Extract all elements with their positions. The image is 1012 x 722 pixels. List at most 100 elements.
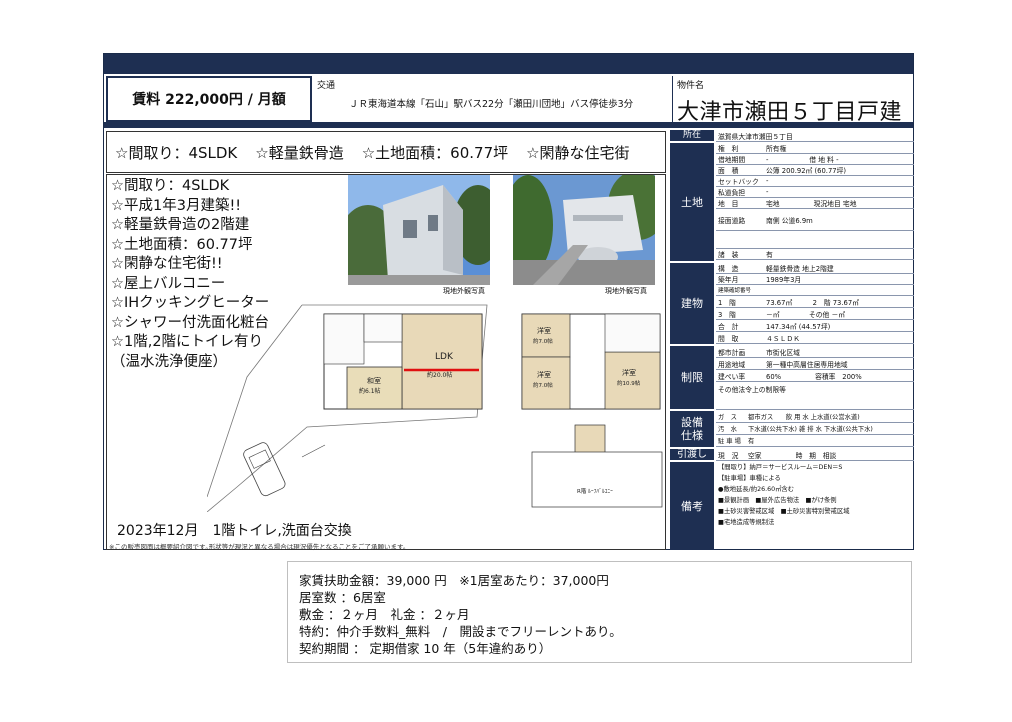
seigen-label: 制限 (670, 346, 714, 410)
top-bar (104, 54, 913, 74)
spec-key: セットバック (718, 178, 759, 186)
feature-item: ☆屋上バルコニー (111, 275, 226, 292)
spec-key: 面 積 (718, 167, 739, 175)
setsubi-rows: ガ ス 都市ガス 飲 用 水 上水道(公営水道) 汚 水 下水道(公共下水) 雑 排… (716, 411, 914, 447)
spec-row: 権 利 所有権 (716, 143, 914, 154)
spec-value: 1989年3月 (766, 276, 802, 284)
access-label: 交通 (317, 81, 336, 91)
yoshitsu1-size: 約7.0帖 (533, 337, 553, 345)
spec-value: 所有権 (766, 145, 787, 153)
spec-row: 諸 装有 (716, 249, 914, 260)
feature-strip-item: ☆軽量鉄骨造 (255, 143, 344, 162)
spec-row: 私道負担 - (716, 187, 914, 198)
spec-value: －㎡ その他 －㎡ (766, 310, 846, 319)
spec-value: - (766, 177, 769, 185)
biko-line: ■景観計画 ■屋外広告物法 ■がけ条例 (718, 497, 837, 504)
washitsu-size: 約6.1帖 (359, 387, 381, 395)
renovation-note: 2023年12月 1階トイレ,洗面台交換 (117, 523, 352, 539)
tatemono-rows: 構 造 軽量鉄骨造 地上2階建 築年月 1989年3月 建築確認番号 1 階 73.6… (716, 263, 914, 344)
spec-row: 地 目 宅地 現況地目 宅地 (716, 198, 914, 209)
main-panel: ☆間取り：4SLDK ☆平成1年3月建築!! ☆軽量鉄骨造の2階建 ☆土地面積：… (106, 174, 666, 551)
spec-key: 接面道路 (718, 216, 746, 225)
spec-table: 所在 滋賀県大津市瀬田５丁目 土地 権 利 所有権 借地期間 - 借 地 料 - 面… (670, 130, 914, 551)
feature-strip: ☆間取り：4SLDK ☆軽量鉄骨造 ☆土地面積：60.77坪 ☆閑静な住宅街 (106, 131, 666, 173)
biko-line: ■宅地造成等規制法 (718, 519, 775, 526)
spec-row: 駐 車 場有 (716, 435, 914, 447)
spec-row: 汚 水 下水道(公共下水) 雑 排 水 下水道(公共下水) (716, 423, 914, 435)
spec-row: 面 積 公簿 200.92㎡ (60.77坪) (716, 165, 914, 176)
spec-key: 3 階 (718, 310, 736, 319)
spec-key: 合 計 (718, 322, 739, 331)
spec-key: 駐 車 場 (718, 438, 741, 445)
contract-period-line: 契約期間 ： 定期借家 10 年（5年違約あり） (299, 641, 552, 656)
spec-value: 宅地 現況地目 宅地 (766, 200, 857, 208)
floorplan-1f: LDK 約20.0帖 和室 約6.1帖 (207, 297, 492, 512)
rental-terms-box: 家賃扶助金額：39,000 円 ※1居室あたり：37,000円 居室数 ：6居室… (287, 561, 912, 663)
spec-row: ガ ス 都市ガス 飲 用 水 上水道(公営水道) (716, 411, 914, 423)
feature-strip-item: ☆閑静な住宅街 (526, 143, 630, 162)
spec-value: 下水道(公共下水) 雑 排 水 下水道(公共下水) (748, 426, 873, 433)
spec-value: 有 (766, 251, 773, 259)
spec-value: 軽量鉄骨造 地上2階建 (766, 265, 834, 273)
spec-value: 73.67㎡ 2 階 73.67㎡ (766, 298, 859, 307)
spec-key: 現 況 (718, 451, 739, 460)
spec-value: 第一種中高層住居専用地域 (766, 360, 848, 369)
spec-row: 建ぺい率 60% 容積率 200% (716, 370, 914, 382)
spec-row: 築年月 1989年3月 (716, 274, 914, 285)
yoshitsu3-label: 洋室 (622, 368, 636, 377)
feature-strip-item: ☆土地面積：60.77坪 (361, 143, 509, 162)
biko-rows: 【間取り】納戸＝サービスルーム＝DEN＝S 【駐車場】車種による ●敷地延長/約… (716, 462, 914, 528)
spec-key: 都市計画 (718, 348, 746, 357)
feature-item: ☆閑静な住宅街!! (111, 256, 223, 272)
room-count-line: 居室数 ：6居室 (299, 590, 386, 605)
exterior-photo-2 (513, 175, 655, 285)
property-name-section: 物件名 大津市瀬田５丁目戸建 (672, 76, 913, 125)
hikiwatashi-label: 引渡し (670, 449, 714, 461)
spec-row: 接面道路 南側 公道6.9m (716, 209, 914, 231)
subsidy-line: 家賃扶助金額：39,000 円 ※1居室あたり：37,000円 (299, 573, 609, 588)
spec-key: 用途地域 (718, 360, 746, 369)
spec-key: 構 造 (718, 265, 739, 273)
spec-key: 建築確認番号 (718, 288, 752, 294)
rent-label: 賃料 222,000円 / 月額 (106, 76, 312, 122)
spec-row: 構 造 軽量鉄骨造 地上2階建 (716, 263, 914, 274)
feature-item: ☆平成1年3月建築!! (111, 197, 242, 214)
spec-key: 1 階 (718, 298, 736, 307)
spec-key: 汚 水 (718, 426, 737, 433)
access-value: ＪＲ東海道本線「石山」駅バス22分「瀬田川団地」バス停徒歩3分 (349, 99, 634, 110)
disclaimer-note: ※この販売図面は概要紹介図です｡形状等が現況と異なる場合は現況優先となることをご… (109, 543, 410, 551)
tatemono-label: 建物 (670, 263, 714, 345)
seigen-rows: 都市計画 市街化区域 用途地域 第一種中高層住居専用地域 建ぺい率 60% 容積率 2… (716, 346, 914, 410)
biko-label: 備考 (670, 462, 714, 551)
spec-row: 用途地域 第一種中高層住居専用地域 (716, 358, 914, 370)
feature-item: ☆軽量鉄骨造の2階建 (111, 217, 250, 233)
spec-key: その他法令上の制限等 (718, 386, 786, 394)
rooftop-label: R階 ﾙｰﾌﾊﾞﾙｺﾆｰ (577, 487, 613, 495)
spec-key: 地 目 (718, 200, 739, 208)
spec-row: 借地期間 - 借 地 料 - (716, 154, 914, 165)
washitsu-label: 和室 (367, 376, 381, 385)
shozai-row: 滋賀県大津市瀬田５丁目 (716, 130, 914, 142)
feature-item: ☆間取り：4SLDK (111, 178, 230, 194)
deposit-line: 敷金 ：２ヶ月 礼金 ：２ヶ月 (299, 607, 470, 622)
spec-value: - 借 地 料 - (766, 156, 839, 164)
spec-value: 空家 時 期 相談 (748, 451, 837, 460)
hikiwatashi-rows: 現 況空家 時 期 相談 (716, 449, 914, 461)
spec-value: 南側 公道6.9m (766, 216, 813, 225)
biko-line: 【駐車場】車種による (718, 475, 781, 482)
biko-line: 【間取り】納戸＝サービスルーム＝DEN＝S (718, 464, 843, 471)
ldk-size: 約20.0帖 (427, 371, 452, 379)
spec-row: 現 況空家 時 期 相談 (716, 449, 914, 461)
spec-row: 合 計 147.34㎡ (44.57坪) (716, 320, 914, 332)
spec-key: ガ ス (718, 414, 737, 421)
photo-caption-2: 現地外観写真 (605, 287, 647, 295)
setsubi-label: 設備 仕様 (670, 411, 714, 448)
yoshitsu2-size: 約7.0帖 (533, 381, 553, 389)
spec-key: 築年月 (718, 276, 739, 284)
yoshitsu3-size: 約10.9帖 (617, 379, 641, 387)
spec-row: 都市計画 市街化区域 (716, 346, 914, 358)
ldk-label: LDK (435, 352, 454, 362)
shozai-value: 滋賀県大津市瀬田５丁目 (718, 132, 793, 141)
exterior-photo-1 (348, 175, 490, 285)
spec-value: 市街化区域 (766, 348, 800, 357)
